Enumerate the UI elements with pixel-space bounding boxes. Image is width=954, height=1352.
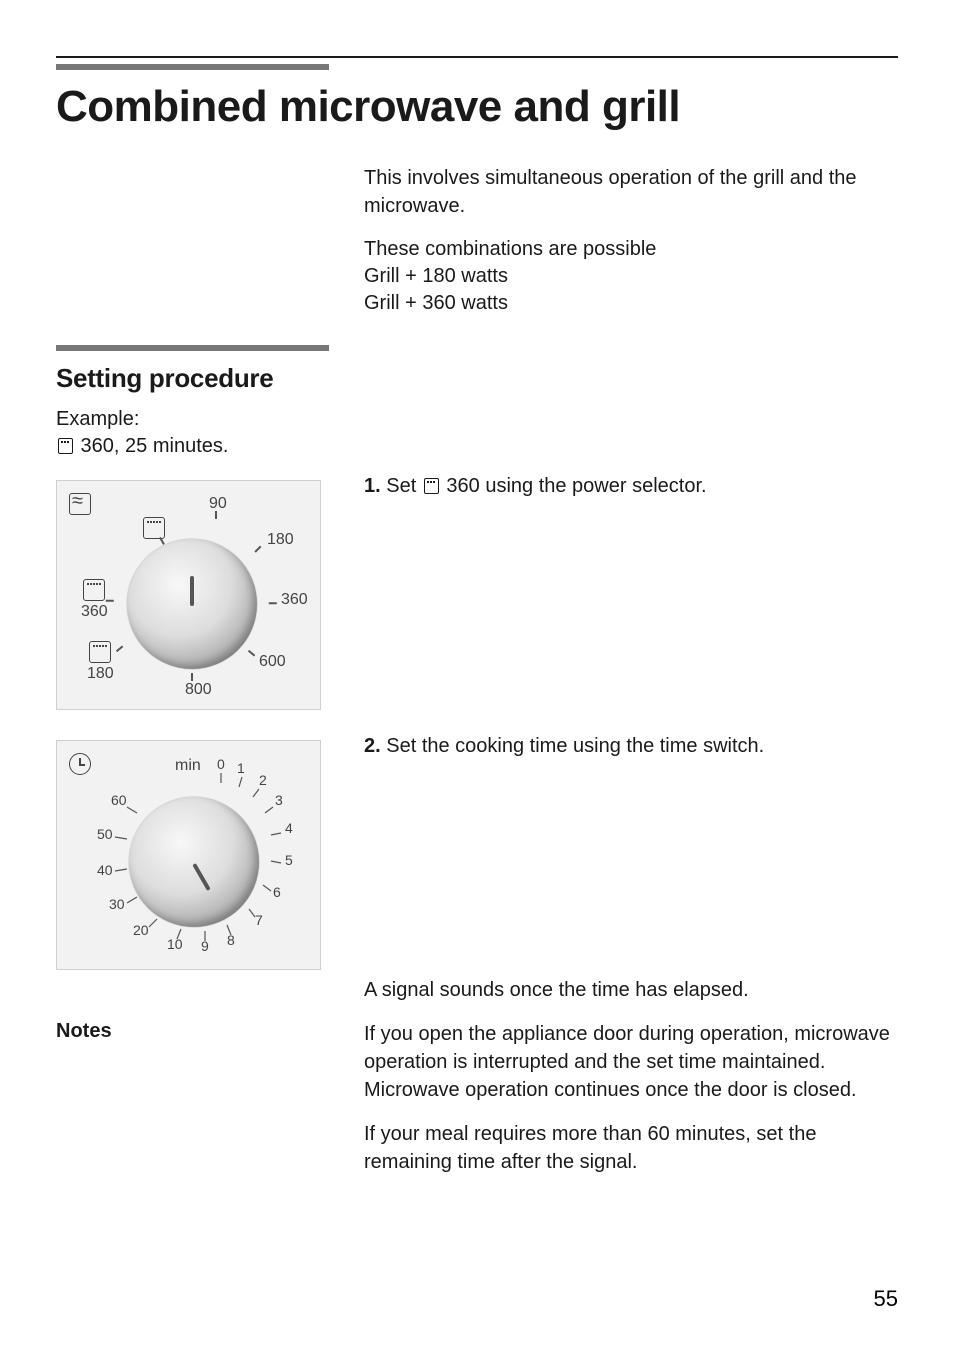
grill-180-icon	[89, 641, 111, 663]
page-title: Combined microwave and grill	[56, 82, 898, 132]
time-tick-30: 30	[109, 896, 125, 912]
page-top-rule	[56, 56, 898, 58]
notes-heading: Notes	[56, 1020, 356, 1043]
example-block: Example: 360, 25 minutes.	[56, 406, 356, 460]
step-1-text-post: 360 using the power selector.	[441, 475, 707, 497]
time-tick-40: 40	[97, 862, 113, 878]
intro-combinations-line1: These combinations are possible	[364, 236, 898, 263]
step-1-number: 1.	[364, 475, 381, 497]
time-switch-knob[interactable]	[129, 797, 259, 927]
time-tick-0: 0	[217, 756, 225, 772]
power-selector-figure: 90 180 360 600 800 360 180	[56, 480, 321, 710]
step-1: 1. Set 360 using the power selector.	[364, 472, 898, 500]
time-tick-6: 6	[273, 884, 281, 900]
example-label: Example:	[56, 408, 139, 430]
step-2: 2. Set the cooking time using the time s…	[364, 732, 898, 760]
notes-paragraph-2: If your meal requires more than 60 minut…	[364, 1120, 898, 1176]
grill-icon	[58, 438, 73, 454]
microwave-waves-icon	[69, 493, 91, 515]
notes-paragraph-1: If you open the appliance door during op…	[364, 1020, 898, 1104]
example-value: 360, 25 minutes.	[75, 435, 228, 457]
grill-icon	[143, 517, 165, 539]
time-tick-1: 1	[237, 760, 245, 776]
intro-block: This involves simultaneous operation of …	[56, 164, 898, 317]
intro-combinations-line2: Grill + 180 watts	[364, 263, 898, 290]
page-number: 55	[874, 1286, 898, 1312]
page-accent-bar	[56, 64, 329, 70]
grill-360-label: 360	[81, 603, 108, 621]
time-tick-60: 60	[111, 792, 127, 808]
setting-procedure-heading: Setting procedure	[56, 363, 356, 394]
intro-combinations-line3: Grill + 360 watts	[364, 290, 898, 317]
power-value-180: 180	[267, 531, 294, 549]
time-switch-pointer	[192, 863, 210, 891]
time-tick-3: 3	[275, 792, 283, 808]
time-switch-figure: min 0 1 2 3 4 5 6 7 8 9 10 20 30 40	[56, 740, 321, 970]
power-value-90: 90	[209, 495, 227, 513]
grill-icon	[424, 478, 439, 494]
power-value-800: 800	[185, 681, 212, 699]
power-selector-knob[interactable]	[127, 539, 257, 669]
power-selector-pointer	[190, 576, 194, 606]
step-2-text: Set the cooking time using the time swit…	[386, 735, 764, 757]
step-1-text-pre: Set	[386, 475, 416, 497]
intro-paragraph-1: This involves simultaneous operation of …	[364, 164, 898, 220]
time-tick-5: 5	[285, 852, 293, 868]
time-tick-7: 7	[255, 912, 263, 928]
power-value-600: 600	[259, 653, 286, 671]
step-2-number: 2.	[364, 735, 381, 757]
power-value-360: 360	[281, 591, 308, 609]
time-tick-10: 10	[167, 936, 183, 952]
time-tick-20: 20	[133, 922, 149, 938]
signal-text: A signal sounds once the time has elapse…	[364, 976, 898, 1004]
section-accent-bar	[56, 345, 329, 351]
time-tick-4: 4	[285, 820, 293, 836]
grill-180-label: 180	[87, 665, 114, 683]
time-tick-2: 2	[259, 772, 267, 788]
grill-360-icon	[83, 579, 105, 601]
time-tick-50: 50	[97, 826, 113, 842]
